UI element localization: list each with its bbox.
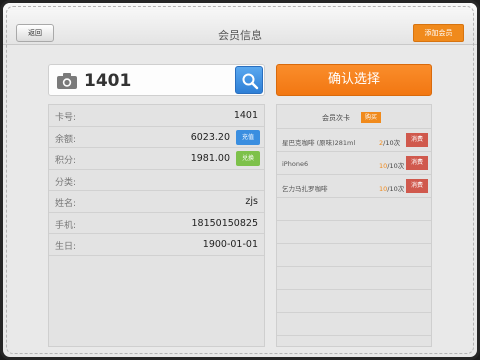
field-label: 余额: — [55, 134, 77, 145]
card-item-total: /10次 — [383, 139, 401, 147]
card-item: 乞力马扎罗咖啡 10/10次 消费 — [277, 175, 431, 198]
empty-row — [277, 267, 431, 290]
member-cards-panel: 会员次卡 购买 星巴克咖啡 (原味)281ml 2/10次 消费 iPhone6… — [276, 104, 432, 347]
birthday-value: 1900-01-01 — [202, 239, 258, 250]
cards-header: 会员次卡 购买 — [277, 105, 431, 129]
consume-button[interactable]: 消费 — [406, 179, 428, 193]
search-button[interactable] — [235, 66, 263, 94]
search-input[interactable]: 1401 — [84, 71, 131, 91]
redeem-button[interactable]: 兑换 — [236, 151, 260, 166]
camera-icon[interactable] — [56, 72, 78, 90]
balance-row: 余额: 6023.20 充值 — [49, 127, 264, 148]
phone-value: 18150150825 — [191, 217, 259, 229]
card-item-total: /10次 — [387, 185, 405, 193]
empty-row — [277, 198, 431, 221]
recharge-button[interactable]: 充值 — [236, 129, 260, 145]
points-value: 1981.00 — [190, 153, 230, 164]
confirm-select-button[interactable]: 确认选择 — [276, 64, 432, 96]
empty-row — [277, 244, 431, 267]
card-number-value: 1401 — [233, 110, 258, 121]
card-number-row: 卡号: 1401 — [49, 105, 264, 127]
phone-row: 手机: 18150150825 — [49, 213, 264, 234]
card-item-name: iPhone6 — [282, 160, 309, 168]
card-item-count: 2/10次 — [379, 137, 400, 147]
page-title: 会员信息 — [218, 29, 262, 42]
empty-row — [277, 313, 431, 336]
add-member-button[interactable]: 添加会员 — [413, 24, 464, 42]
search-box[interactable]: 1401 — [48, 64, 265, 96]
field-label: 姓名: — [55, 199, 77, 209]
field-label: 手机: — [55, 220, 77, 231]
app-frame: 返回 会员信息 添加会员 1401 确认选择 卡号: 1401 余额: 6023… — [0, 0, 480, 360]
field-label: 分类: — [55, 177, 77, 188]
card-item-count: 10/10次 — [379, 183, 404, 193]
buy-card-button[interactable]: 购买 — [361, 112, 381, 123]
field-label: 积分: — [55, 156, 77, 166]
name-row: 姓名: zjs — [49, 191, 264, 213]
name-value: zjs — [245, 196, 258, 207]
card-item: 星巴克咖啡 (原味)281ml 2/10次 消费 — [277, 129, 431, 152]
card-item-name: 乞力马扎罗咖啡 — [282, 185, 328, 193]
consume-button[interactable]: 消费 — [406, 156, 428, 170]
member-info-panel: 卡号: 1401 余额: 6023.20 充值 积分: 1981.00 兑换 分… — [48, 104, 265, 347]
card-item-total: /10次 — [387, 162, 405, 170]
field-label: 生日: — [55, 242, 77, 252]
card-item-name: 星巴克咖啡 (原味)281ml — [282, 139, 356, 147]
card-item: iPhone6 10/10次 消费 — [277, 152, 431, 175]
top-bar: 返回 会员信息 添加会员 — [3, 3, 477, 45]
card-item-count: 10/10次 — [379, 160, 404, 170]
consume-button[interactable]: 消费 — [406, 133, 428, 147]
empty-row — [277, 290, 431, 313]
balance-value: 6023.20 — [190, 131, 230, 143]
birthday-row: 生日: 1900-01-01 — [49, 234, 264, 256]
empty-row — [277, 221, 431, 244]
category-row: 分类: — [49, 170, 264, 191]
search-icon — [242, 73, 259, 90]
field-label: 卡号: — [55, 113, 77, 123]
points-row: 积分: 1981.00 兑换 — [49, 148, 264, 170]
cards-title: 会员次卡 — [322, 114, 350, 122]
